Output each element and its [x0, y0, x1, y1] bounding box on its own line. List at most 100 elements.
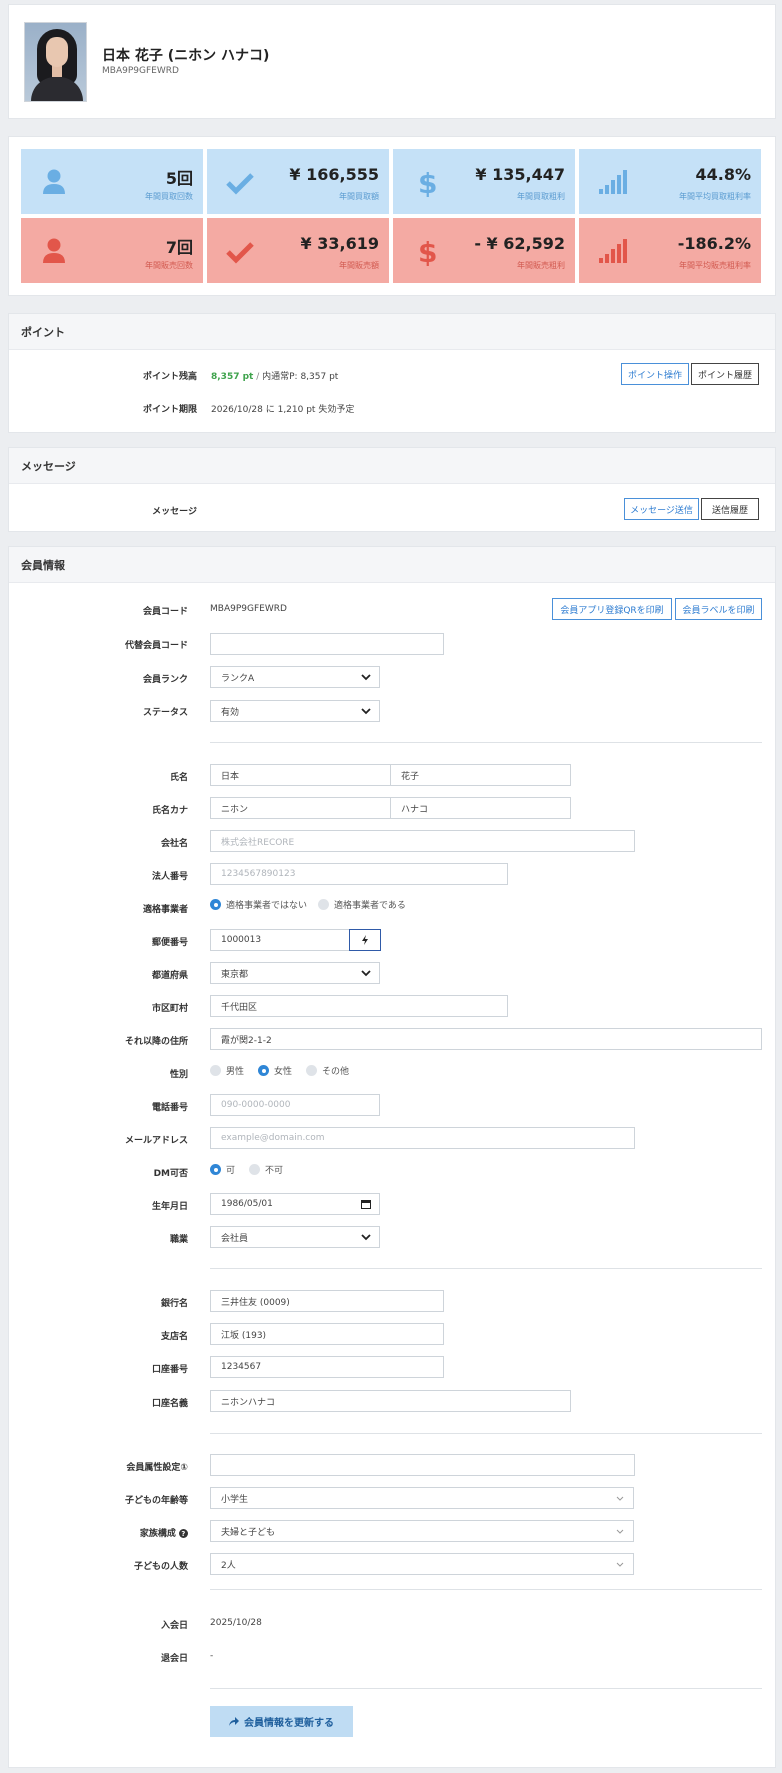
dollar-icon: $ — [418, 236, 437, 266]
company-input[interactable]: 株式会社RECORE — [210, 830, 635, 852]
leave-date-label: 退会日 — [160, 1654, 188, 1664]
invoice-radio-yes[interactable]: 適格事業者である — [318, 898, 406, 911]
points-history-button[interactable]: ポイント履歴 — [691, 363, 759, 385]
invoice-radio-no[interactable]: 適格事業者ではない — [210, 898, 307, 911]
holder-input[interactable]: ニホンハナコ — [210, 1390, 571, 1412]
check-icon — [226, 173, 254, 195]
member-code-label: 会員コード — [142, 607, 188, 617]
chevron-down-icon — [361, 970, 371, 977]
divider — [210, 1268, 762, 1269]
points-balance: 8,357 pt / 内通常P: 8,357 pt — [211, 369, 338, 382]
svg-text:?: ? — [181, 1530, 185, 1538]
stat-buy-profit: $ ¥ 135,447 年間買取粗利 — [393, 149, 575, 214]
stat-buy-amount: ¥ 166,555 年間買取額 — [207, 149, 389, 214]
family-select[interactable]: 夫婦と子ども — [210, 1520, 634, 1542]
gender-label: 性別 — [169, 1070, 188, 1080]
bank-label: 銀行名 — [160, 1299, 188, 1309]
phone-label: 電話番号 — [151, 1103, 188, 1113]
status-label: ステータス — [142, 708, 188, 718]
question-icon[interactable]: ? — [179, 1529, 188, 1538]
branch-input[interactable]: 江坂 (193) — [210, 1323, 444, 1345]
city-input[interactable]: 千代田区 — [210, 995, 508, 1017]
member-code-value: MBA9P9GFEWRD — [210, 604, 287, 614]
share-icon — [229, 1717, 239, 1726]
member-name: 日本 花子 (ニホン ハナコ) — [102, 48, 270, 64]
gender-radio-male[interactable]: 男性 — [210, 1064, 244, 1077]
radio-checked-icon — [210, 899, 221, 910]
points-operate-button[interactable]: ポイント操作 — [621, 363, 689, 385]
print-qr-button[interactable]: 会員アプリ登録QRを印刷 — [552, 598, 672, 620]
chevron-down-icon — [361, 1234, 371, 1241]
email-label: メールアドレス — [124, 1136, 188, 1146]
print-label-button[interactable]: 会員ラベルを印刷 — [675, 598, 762, 620]
city-label: 市区町村 — [151, 1004, 188, 1014]
company-label: 会社名 — [160, 839, 188, 849]
stat-buy-count: 5回 年間買取回数 — [21, 149, 203, 214]
address-label: それ以降の住所 — [124, 1037, 188, 1047]
last-kana-input[interactable]: ニホン — [210, 797, 391, 819]
corp-no-input[interactable]: 1234567890123 — [210, 863, 508, 885]
last-name-input[interactable]: 日本 — [210, 764, 391, 786]
rank-select[interactable]: ランクA — [210, 666, 380, 688]
account-input[interactable]: 1234567 — [210, 1356, 444, 1378]
child-count-select[interactable]: 2人 — [210, 1553, 634, 1575]
alt-code-input[interactable] — [210, 633, 444, 655]
divider — [210, 742, 762, 743]
radio-unchecked-icon — [318, 899, 329, 910]
zip-search-button[interactable] — [349, 929, 381, 951]
email-input[interactable]: example@domain.com — [210, 1127, 635, 1149]
attr-input[interactable] — [210, 1454, 635, 1476]
bank-input[interactable]: 三井住友 (0009) — [210, 1290, 444, 1312]
dm-radio-yes[interactable]: 可 — [210, 1163, 235, 1176]
chevron-down-icon — [616, 1529, 624, 1534]
corp-no-label: 法人番号 — [151, 872, 188, 882]
message-card: メッセージ メッセージ メッセージ送信 送信履歴 — [8, 447, 776, 532]
child-count-label: 子どもの人数 — [133, 1562, 188, 1572]
gender-radio-female[interactable]: 女性 — [258, 1064, 292, 1077]
stat-buy-rate: 44.8% 年間平均買取粗利率 — [579, 149, 761, 214]
message-header: メッセージ — [9, 448, 775, 484]
radio-unchecked-icon — [249, 1164, 260, 1175]
stat-sell-amount: ¥ 33,619 年間販売額 — [207, 218, 389, 283]
first-kana-input[interactable]: ハナコ — [390, 797, 571, 819]
signal-icon — [599, 170, 627, 194]
holder-label: 口座名義 — [151, 1399, 188, 1409]
member-code-sub: MBA9P9GFEWRD — [102, 66, 179, 76]
phone-input[interactable]: 090-0000-0000 — [210, 1094, 380, 1116]
points-balance-value: 8,357 pt — [211, 372, 254, 382]
stats-card: 5回 年間買取回数 ¥ 166,555 年間買取額 $ ¥ 135,447 年間… — [8, 136, 776, 296]
points-balance-separator: / — [253, 372, 263, 382]
zip-label: 郵便番号 — [151, 938, 188, 948]
zip-input[interactable]: 1000013 — [210, 929, 350, 951]
divider — [210, 1589, 762, 1590]
invoice-label: 適格事業者 — [142, 905, 188, 915]
rank-label: 会員ランク — [142, 675, 188, 685]
name-label: 氏名 — [169, 773, 188, 783]
leave-date-value: - — [210, 1651, 214, 1661]
gender-radio-other[interactable]: その他 — [306, 1064, 349, 1077]
status-select[interactable]: 有効 — [210, 700, 380, 722]
job-select[interactable]: 会社員 — [210, 1226, 380, 1248]
divider — [210, 1688, 762, 1689]
points-card: ポイント ポイント残高 8,357 pt / 内通常P: 8,357 pt ポイ… — [8, 313, 776, 433]
user-icon — [43, 238, 65, 263]
radio-unchecked-icon — [210, 1065, 221, 1076]
address-input[interactable]: 霞が関2-1-2 — [210, 1028, 762, 1050]
child-age-select[interactable]: 小学生 — [210, 1487, 634, 1509]
family-label: 家族構成 ? — [12, 1526, 188, 1539]
dm-radio-no[interactable]: 不可 — [249, 1163, 283, 1176]
alt-code-label: 代替会員コード — [124, 641, 188, 651]
first-name-input[interactable]: 花子 — [390, 764, 571, 786]
message-history-button[interactable]: 送信履歴 — [701, 498, 759, 520]
message-send-button[interactable]: メッセージ送信 — [624, 498, 699, 520]
chevron-down-icon — [361, 708, 371, 715]
stat-sell-rate: -186.2% 年間平均販売粗利率 — [579, 218, 761, 283]
pref-select[interactable]: 東京都 — [210, 962, 380, 984]
update-member-button[interactable]: 会員情報を更新する — [210, 1706, 353, 1737]
birth-input[interactable]: 1986/05/01 — [210, 1193, 380, 1215]
chevron-down-icon — [616, 1562, 624, 1567]
check-icon — [226, 242, 254, 264]
points-header: ポイント — [9, 314, 775, 350]
account-label: 口座番号 — [151, 1365, 188, 1375]
calendar-icon[interactable] — [361, 1199, 371, 1209]
